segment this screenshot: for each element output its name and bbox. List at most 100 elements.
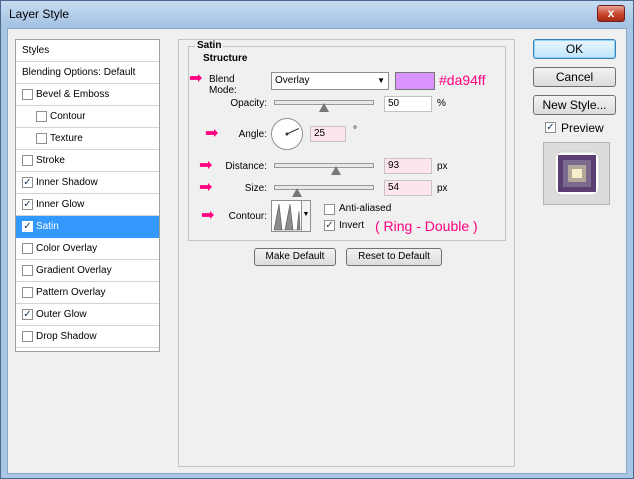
style-item-label: Texture <box>50 133 83 144</box>
size-input[interactable]: 54 <box>384 180 432 196</box>
distance-slider[interactable] <box>274 163 374 175</box>
distance-unit: px <box>437 161 448 172</box>
opacity-label: Opacity: <box>230 98 267 109</box>
close-icon: x <box>607 6 615 20</box>
make-default-button[interactable]: Make Default <box>254 248 336 266</box>
distance-value: 93 <box>388 160 400 171</box>
style-item-gradient-overlay[interactable]: Gradient Overlay <box>16 260 159 282</box>
style-checkbox[interactable]: ✓ <box>22 199 33 210</box>
style-checkbox[interactable] <box>22 287 33 298</box>
check-icon: ✓ <box>23 177 32 188</box>
style-item-drop-shadow[interactable]: Drop Shadow <box>16 326 159 348</box>
size-slider-thumb[interactable] <box>292 188 302 197</box>
invert-label: Invert <box>339 220 365 231</box>
structure-title: Structure <box>201 53 250 64</box>
anti-aliased-checkbox[interactable] <box>324 204 335 215</box>
blend-mode-value: Overlay <box>275 75 310 86</box>
check-icon: ✓ <box>546 122 555 133</box>
close-button[interactable]: x <box>597 5 625 22</box>
style-item-inner-shadow[interactable]: ✓ Inner Shadow <box>16 172 159 194</box>
style-item-label: Bevel & Emboss <box>36 89 110 100</box>
style-checkbox[interactable] <box>36 133 47 144</box>
dialog-body: Styles Blending Options: Default Bevel & … <box>7 28 627 474</box>
style-item-label: Inner Glow <box>36 199 85 210</box>
style-checkbox[interactable]: ✓ <box>22 221 33 232</box>
style-item-satin[interactable]: ✓ Satin <box>16 216 159 238</box>
style-item-blending-options-default[interactable]: Blending Options: Default <box>16 62 159 84</box>
style-checkbox[interactable] <box>22 243 33 254</box>
style-checkbox[interactable]: ✓ <box>22 177 33 188</box>
distance-slider-thumb[interactable] <box>331 166 341 175</box>
style-item-label: Pattern Overlay <box>36 287 106 298</box>
anti-aliased-label: Anti-aliased <box>339 203 392 214</box>
style-checkbox[interactable]: ✓ <box>22 309 33 320</box>
contour-ring-double-icon <box>273 203 301 231</box>
angle-unit: ° <box>353 125 357 136</box>
check-icon: ✓ <box>23 221 32 232</box>
angle-dial-needle <box>285 128 300 136</box>
blend-color-swatch[interactable] <box>395 72 435 90</box>
blend-mode-select[interactable]: Overlay ▼ <box>271 72 389 90</box>
style-item-pattern-overlay[interactable]: Pattern Overlay <box>16 282 159 304</box>
style-checkbox[interactable] <box>22 331 33 342</box>
pink-right-arrow-icon: ➡ <box>199 157 213 174</box>
pink-right-arrow-icon: ➡ <box>201 207 215 224</box>
style-item-label: Satin <box>36 221 59 232</box>
satin-group-title: Satin <box>195 40 224 51</box>
style-item-contour[interactable]: Contour <box>16 106 159 128</box>
size-value: 54 <box>388 182 400 193</box>
preview-checkbox[interactable]: ✓ <box>545 122 556 133</box>
invert-checkbox[interactable]: ✓ <box>324 220 335 231</box>
opacity-value: 50 <box>388 98 400 109</box>
check-icon: ✓ <box>325 220 334 231</box>
style-item-label: Stroke <box>36 155 65 166</box>
style-item-label: Contour <box>50 111 86 122</box>
opacity-slider[interactable] <box>274 100 374 112</box>
pink-right-arrow-icon: ➡ <box>189 70 203 87</box>
style-item-inner-glow[interactable]: ✓ Inner Glow <box>16 194 159 216</box>
style-item-color-overlay[interactable]: Color Overlay <box>16 238 159 260</box>
contour-note: ( Ring - Double ) <box>375 218 478 234</box>
pink-right-arrow-icon: ➡ <box>199 179 213 196</box>
style-preview-thumbnail <box>543 142 610 205</box>
contour-picker[interactable]: ▼ <box>271 200 311 232</box>
reset-to-default-button[interactable]: Reset to Default <box>346 248 442 266</box>
style-item-label: Blending Options: Default <box>22 67 136 78</box>
contour-dropdown-caret[interactable]: ▼ <box>301 201 310 231</box>
style-item-outer-glow[interactable]: ✓ Outer Glow <box>16 304 159 326</box>
style-item-stroke[interactable]: Stroke <box>16 150 159 172</box>
window-title: Layer Style <box>9 7 70 21</box>
ok-button[interactable]: OK <box>533 39 616 59</box>
opacity-input[interactable]: 50 <box>384 96 432 112</box>
opacity-unit: % <box>437 98 446 109</box>
preview-label: Preview <box>561 121 604 135</box>
cancel-button[interactable]: Cancel <box>533 67 616 87</box>
style-checkbox[interactable] <box>22 155 33 166</box>
layer-style-window: Layer Style x Styles Blending Options: D… <box>0 0 634 479</box>
angle-input[interactable]: 25 <box>310 126 346 142</box>
distance-input[interactable]: 93 <box>384 158 432 174</box>
style-item-label: Gradient Overlay <box>36 265 112 276</box>
opacity-slider-thumb[interactable] <box>319 103 329 112</box>
size-label: Size: <box>244 183 267 194</box>
satin-panel: Satin Structure ➡ Blend Mode: Overlay ▼ … <box>178 39 515 467</box>
style-checkbox[interactable] <box>22 265 33 276</box>
angle-dial[interactable] <box>271 118 303 150</box>
style-item-label: Outer Glow <box>36 309 87 320</box>
distance-label: Distance: <box>225 161 267 172</box>
preview-swatch <box>554 151 600 196</box>
new-style-button[interactable]: New Style... <box>533 95 616 115</box>
color-hex-note: #da94ff <box>439 72 486 88</box>
style-checkbox[interactable] <box>36 111 47 122</box>
check-icon: ✓ <box>23 199 32 210</box>
blend-mode-label: Blend Mode: <box>209 74 237 96</box>
style-item-texture[interactable]: Texture <box>16 128 159 150</box>
style-item-label: Inner Shadow <box>36 177 98 188</box>
style-item-bevel-emboss[interactable]: Bevel & Emboss <box>16 84 159 106</box>
title-bar: Layer Style x <box>1 1 633 27</box>
chevron-down-icon: ▼ <box>377 76 385 85</box>
styles-header[interactable]: Styles <box>16 40 159 62</box>
styles-list: Styles Blending Options: Default Bevel & … <box>15 39 160 352</box>
size-slider[interactable] <box>274 185 374 197</box>
style-checkbox[interactable] <box>22 89 33 100</box>
